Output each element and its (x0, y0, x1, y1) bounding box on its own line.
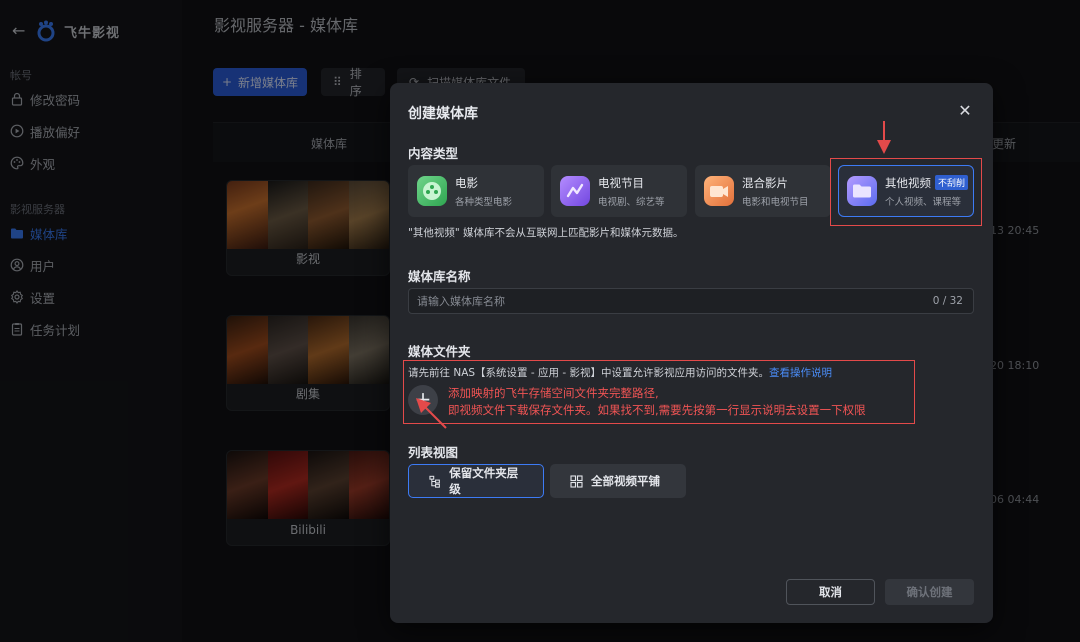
view-keep-label: 保留文件夹层级 (449, 466, 519, 496)
content-type-label: 内容类型 (408, 146, 459, 161)
type-name: 混合影片 (742, 175, 788, 190)
type-card-mixed[interactable]: 混合影片 电影和电视节目 (695, 165, 831, 217)
type-desc: 电影和电视节目 (742, 196, 809, 208)
annotation-arrow-icon (416, 398, 447, 429)
type-note: "其他视频" 媒体库不会从互联网上匹配影片和媒体元数据。 (408, 227, 684, 239)
close-icon[interactable]: ✕ (957, 103, 973, 119)
grid-icon (570, 474, 583, 488)
type-name: 电影 (455, 175, 478, 190)
library-name-field[interactable]: 0 / 32 (408, 288, 974, 314)
view-flat-label: 全部视频平铺 (591, 474, 660, 488)
highlight-box (403, 360, 915, 424)
type-card-tv[interactable]: 电视节目 电视剧、综艺等 (551, 165, 687, 217)
list-view-label: 列表视图 (408, 445, 459, 460)
dialog-title: 创建媒体库 (408, 106, 478, 122)
view-flat-button[interactable]: 全部视频平铺 (550, 464, 686, 498)
library-name-input[interactable] (417, 289, 897, 313)
confirm-create-button[interactable]: 确认创建 (885, 579, 974, 605)
view-keep-hierarchy-button[interactable]: 保留文件夹层级 (408, 464, 544, 498)
cancel-button[interactable]: 取消 (786, 579, 875, 605)
type-card-movie[interactable]: 电影 各种类型电影 (408, 165, 544, 217)
type-name: 电视节目 (598, 175, 644, 190)
video-camera-icon (704, 176, 734, 206)
type-desc: 电视剧、综艺等 (598, 196, 665, 208)
media-folder-label: 媒体文件夹 (408, 344, 471, 359)
library-name-label: 媒体库名称 (408, 269, 471, 284)
highlight-box (830, 158, 982, 226)
annotation-arrow-icon (877, 121, 891, 154)
tv-icon (560, 176, 590, 206)
film-reel-icon (417, 176, 447, 206)
name-char-counter: 0 / 32 (932, 295, 963, 307)
tree-icon (429, 475, 440, 488)
type-desc: 各种类型电影 (455, 196, 513, 208)
